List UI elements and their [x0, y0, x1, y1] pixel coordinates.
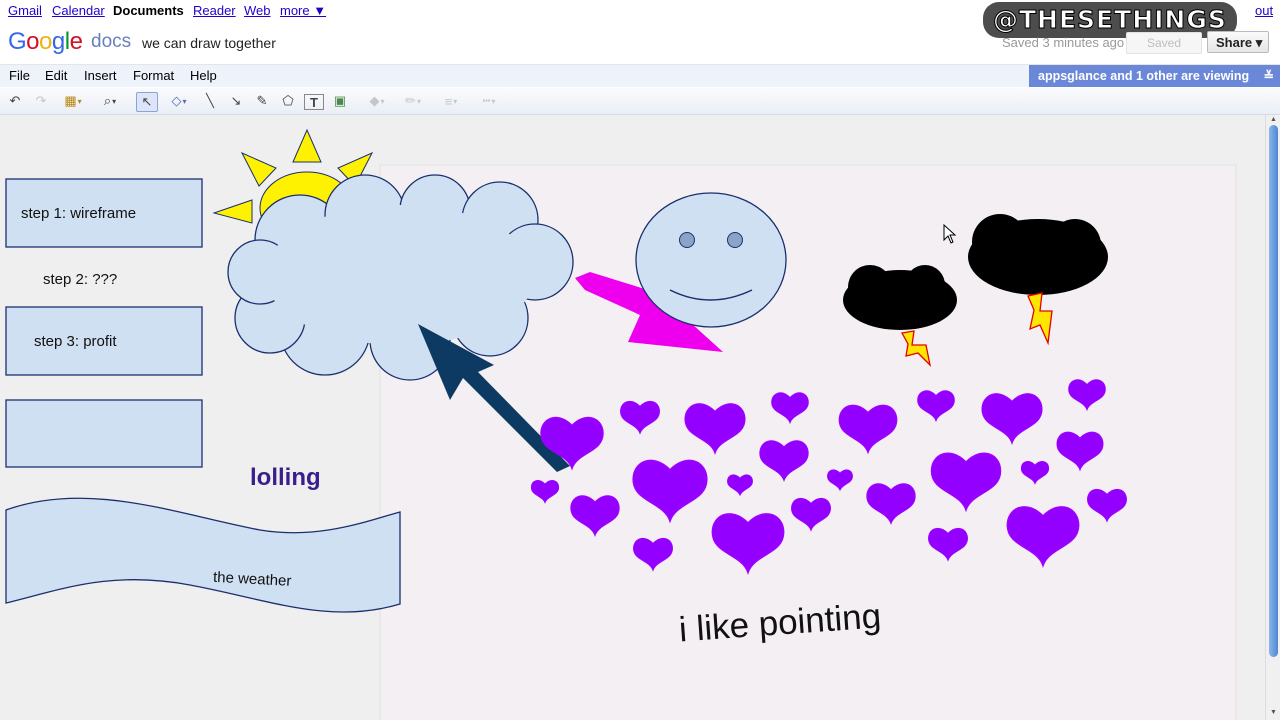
drawing-canvas[interactable]: step 1: wireframe step 2: ??? step 3: pr… — [0, 0, 1265, 720]
step1-label: step 1: wireframe — [21, 205, 136, 222]
scroll-up-icon[interactable]: ▲ — [1270, 116, 1277, 123]
empty-box[interactable] — [5, 399, 203, 468]
step3-label: step 3: profit — [34, 333, 117, 350]
scroll-thumb[interactable] — [1269, 125, 1278, 657]
collapse-chevron-icon: ≚ — [1263, 69, 1274, 83]
vertical-scrollbar[interactable]: ▲ ▼ — [1265, 115, 1280, 720]
wave-banner-shape[interactable] — [5, 497, 401, 613]
scroll-down-icon[interactable]: ▼ — [1270, 709, 1277, 716]
lolling-label[interactable]: lolling — [250, 464, 321, 491]
smiley-face[interactable] — [635, 192, 787, 328]
step2-label[interactable]: step 2: ??? — [43, 271, 117, 288]
